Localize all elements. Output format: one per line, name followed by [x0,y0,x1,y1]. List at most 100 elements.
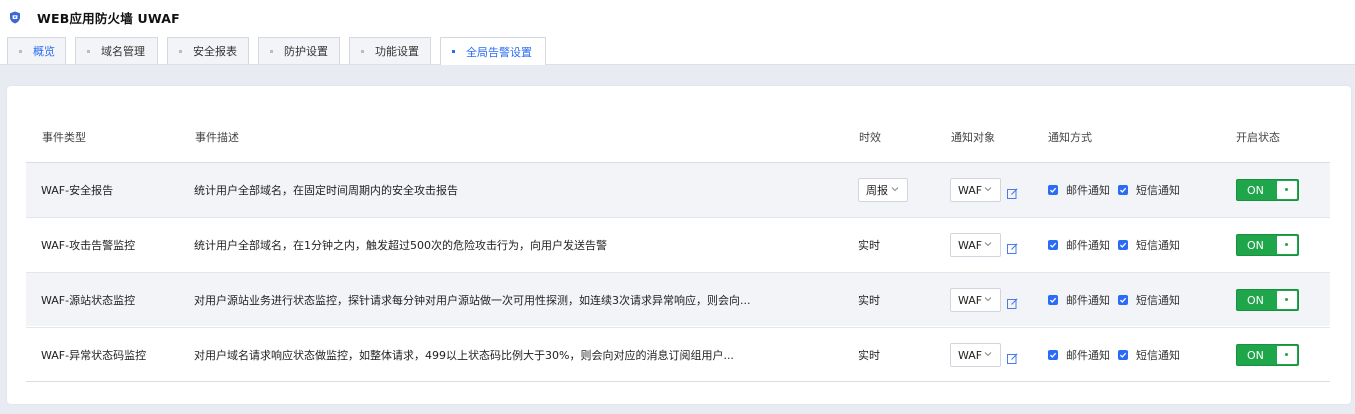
table-row: WAF-攻击告警监控 统计用户全部域名，在1分钟之内，触发超过500次的危险攻击… [26,217,1330,271]
event-description: 统计用户全部域名，在固定时间周期内的安全攻击报告 [194,184,458,197]
toggle-knob [1277,236,1297,254]
brand: WEB应用防火墙 UWAF [9,8,180,26]
email-notify-label: 邮件通知 [1066,239,1110,252]
email-notify-label: 邮件通知 [1066,294,1110,307]
timing-value: 周报 [866,184,888,197]
notify-target-select[interactable]: WAF [950,233,1001,257]
sms-notify-checkbox[interactable] [1118,240,1128,250]
notify-target-select[interactable]: WAF [950,343,1001,367]
column-header-status: 开启状态 [1236,131,1280,144]
tab-global-alert-settings[interactable]: 全局告警设置 [440,37,546,65]
notify-target-value: WAF [958,293,983,307]
toggle-label: ON [1247,239,1264,252]
event-type: WAF-源站状态监控 [41,294,136,307]
email-notify-checkbox[interactable] [1048,240,1058,250]
tab-feature-settings[interactable]: 功能设置 [349,37,431,64]
column-header-event-type: 事件类型 [42,131,86,144]
check-icon [1119,187,1127,193]
tab-label: 概览 [33,45,55,58]
tab-label: 全局告警设置 [466,45,532,59]
event-type: WAF-异常状态码监控 [41,349,147,362]
status-toggle[interactable]: ON [1236,234,1299,256]
event-description: 对用户源站业务进行状态监控，探针请求每分钟对用户源站做一次可用性探测，如连续3次… [194,294,751,307]
shield-icon [9,11,21,24]
event-description: 统计用户全部域名，在1分钟之内，触发超过500次的危险攻击行为，向用户发送告警 [194,239,607,252]
tab-bullet-icon [361,50,364,53]
email-notify-label: 邮件通知 [1066,349,1110,362]
app-title: WEB应用防火墙 UWAF [37,10,180,26]
email-notify-checkbox[interactable] [1048,350,1058,360]
tab-bullet-icon [270,50,273,53]
email-notify-checkbox[interactable] [1048,295,1058,305]
table-row: WAF-源站状态监控 对用户源站业务进行状态监控，探针请求每分钟对用户源站做一次… [26,272,1330,326]
tab-label: 功能设置 [375,45,419,58]
sms-notify-checkbox[interactable] [1118,350,1128,360]
email-notify-checkbox[interactable] [1048,185,1058,195]
check-icon [1049,187,1057,193]
toggle-label: ON [1247,349,1264,362]
edit-icon[interactable] [1007,298,1018,309]
timing-select[interactable]: 周报 [858,178,908,202]
status-toggle[interactable]: ON [1236,289,1299,311]
toggle-knob [1277,291,1297,309]
check-icon [1119,242,1127,248]
tab-bullet-icon [87,50,90,53]
chevron-down-icon [984,297,992,302]
timing-value: 实时 [858,349,880,362]
edit-icon[interactable] [1007,243,1018,254]
column-header-timing: 时效 [859,131,881,144]
column-header-notify-method: 通知方式 [1048,131,1092,144]
sms-notify-label: 短信通知 [1136,294,1180,307]
status-toggle[interactable]: ON [1236,179,1299,201]
notify-target-value: WAF [958,348,983,362]
sms-notify-label: 短信通知 [1136,239,1180,252]
timing-value: 实时 [858,294,880,307]
chevron-down-icon [891,187,899,192]
chevron-down-icon [984,242,992,247]
alert-settings-panel: 事件类型 事件描述 时效 通知对象 通知方式 开启状态 WAF-安全报告 统计用… [7,86,1351,404]
tab-bullet-icon [19,50,22,53]
table-row: WAF-安全报告 统计用户全部域名，在固定时间周期内的安全攻击报告 周报 WAF… [26,163,1330,217]
notify-target-value: WAF [958,238,983,252]
tab-overview[interactable]: 概览 [7,37,66,64]
chevron-down-icon [984,187,992,192]
timing-value: 实时 [858,239,880,252]
edit-icon[interactable] [1007,353,1018,364]
table-row: WAF-异常状态码监控 对用户域名请求响应状态做监控，如整体请求，499以上状态… [26,327,1330,381]
notify-target-select[interactable]: WAF [950,178,1001,202]
check-icon [1049,242,1057,248]
tab-security-report[interactable]: 安全报表 [167,37,249,64]
table-bottom-divider [26,381,1330,382]
check-icon [1119,297,1127,303]
event-type: WAF-攻击告警监控 [41,239,136,252]
tab-label: 域名管理 [101,45,145,58]
event-description: 对用户域名请求响应状态做监控，如整体请求，499以上状态码比例大于30%，则会向… [194,349,734,362]
tab-label: 安全报表 [193,45,237,58]
column-header-event-desc: 事件描述 [195,131,239,144]
check-icon [1119,352,1127,358]
tab-label: 防护设置 [284,45,328,58]
sms-notify-label: 短信通知 [1136,349,1180,362]
notify-target-value: WAF [958,183,983,197]
toggle-knob [1277,346,1297,364]
sms-notify-checkbox[interactable] [1118,295,1128,305]
chevron-down-icon [984,352,992,357]
notify-target-select[interactable]: WAF [950,288,1001,312]
status-toggle[interactable]: ON [1236,344,1299,366]
tab-protection-settings[interactable]: 防护设置 [258,37,340,64]
toggle-label: ON [1247,294,1264,307]
email-notify-label: 邮件通知 [1066,184,1110,197]
toggle-knob [1277,181,1297,199]
tab-domain-management[interactable]: 域名管理 [75,37,158,64]
event-type: WAF-安全报告 [41,184,114,197]
top-bar: WEB应用防火墙 UWAF 概览 域名管理 安全报表 防护设置 功能设置 全局告… [0,0,1355,65]
check-icon [1049,297,1057,303]
tab-bullet-icon [452,50,455,53]
column-header-notify-target: 通知对象 [951,131,995,144]
tab-bar: 概览 域名管理 安全报表 防护设置 功能设置 全局告警设置 [7,37,555,65]
toggle-label: ON [1247,184,1264,197]
check-icon [1049,352,1057,358]
sms-notify-label: 短信通知 [1136,184,1180,197]
edit-icon[interactable] [1007,188,1018,199]
sms-notify-checkbox[interactable] [1118,185,1128,195]
